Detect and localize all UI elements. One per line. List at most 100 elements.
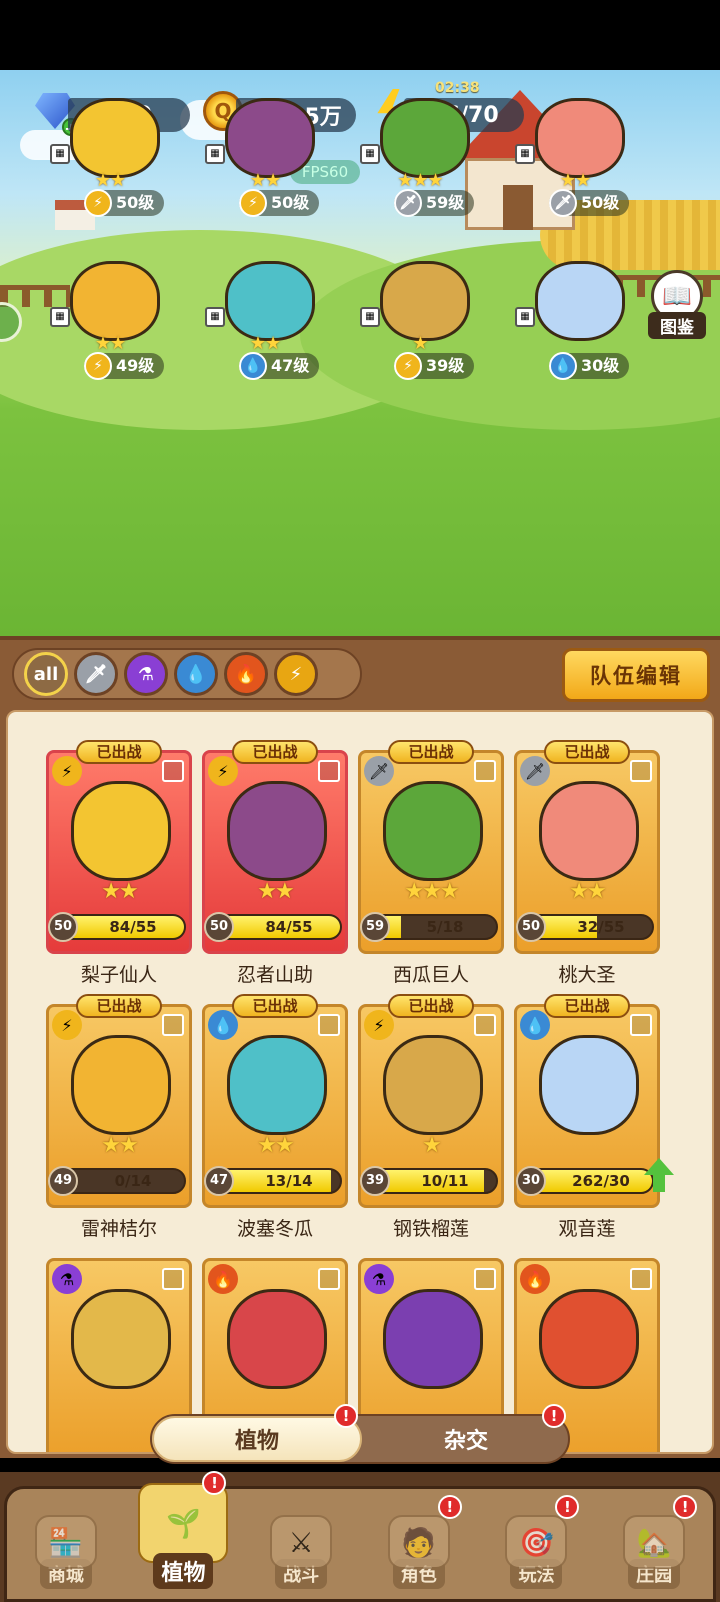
deployed-badge: 已出战 [388,994,474,1018]
alert-icon: ! [437,1495,462,1519]
nav-tab[interactable]: ⚔ 战斗 [246,1489,356,1589]
tab-hybrid[interactable]: 杂交 [362,1416,570,1462]
lineup-hero[interactable]: ▦ 💧 30级 [515,255,635,380]
hero-level-text: 50级 [116,193,155,212]
plant-portrait [535,261,625,341]
team-edit-button[interactable]: 队伍编辑 [562,648,710,702]
formation-icon [162,1268,184,1290]
plant-portrait [383,781,483,881]
plant-name: 观音莲 [558,1218,616,1240]
star-rating: ★ [422,1133,442,1158]
nav-tab[interactable]: 🧑 角色! [364,1489,474,1589]
filter-element-button[interactable]: 💧 [174,652,218,696]
element-icon: ⚡ [52,1010,82,1040]
formation-icon [630,1014,652,1036]
plant-name: 钢铁榴莲 [392,1218,469,1240]
lineup-hero[interactable]: ▦ ★★ ⚡ 50级 [50,92,170,217]
card-level: 49 [48,1166,78,1196]
nav-icon: 🏪 [34,1515,97,1569]
lineup-hero[interactable]: ▦ ★★ ⚡ 49级 [50,255,170,380]
nav-icon: 🏡 [623,1515,686,1569]
plant-portrait [380,261,470,341]
filter-element-button[interactable]: 🗡 [74,652,118,696]
star-rating: ★★ [249,170,281,191]
hero-level: ⚡ 50级 [84,189,165,217]
plant-name: 梨子仙人 [80,964,157,986]
formation-icon: ▦ [50,307,70,327]
hero-level-text: 50级 [581,193,620,212]
plant-card[interactable]: 💧 已出战 262/30 30 观音莲 [514,994,674,1240]
hero-level-text: 47级 [271,356,310,375]
deployed-badge: 已出战 [76,994,162,1018]
plant-portrait [383,1035,483,1135]
plant-portrait [383,1289,483,1389]
guide-label: 图鉴 [648,312,706,339]
plant-card[interactable]: ★★ 🗡 已出战 32/55 50 桃大圣 [514,740,660,986]
lineup-scene: + 340 Q+ 33.05万 + 66/70 02:38 FPS60 📖 图鉴… [0,70,720,636]
formation-icon: ▦ [515,307,535,327]
shard-progress-text: 84/55 [109,918,157,936]
card-level: 30 [516,1166,546,1196]
lineup-hero[interactable]: ▦ ★★★ 🗡 59级 [360,92,480,217]
nav-tab[interactable]: 🏡 庄园! [599,1489,709,1589]
hero-level: 🗡 59级 [394,189,475,217]
guide-button[interactable]: 📖 图鉴 [648,270,706,339]
element-icon: ⚡ [84,189,112,217]
plant-card[interactable]: ★★ ⚡ 已出战 84/55 50 忍者山助 [202,740,348,986]
element-icon: ⚡ [84,352,112,380]
bottom-nav: 🏪 商城 🌱 植物! ⚔ 战斗 🧑 角色! 🎯 玩法! 🏡 庄园! [4,1471,716,1602]
filter-element-button[interactable]: ⚡ [274,652,318,696]
element-icon: ⚡ [52,756,82,786]
alert-icon: ! [542,1404,566,1428]
filter-element-button[interactable]: ⚗ [124,652,168,696]
filter-element-button[interactable]: 🔥 [224,652,268,696]
star-rating: ★★ [249,333,281,354]
filter-toolbar: all 🗡 ⚗ 💧 🔥 ⚡ 队伍编辑 [0,636,720,706]
plant-portrait [535,98,625,178]
hero-level-text: 30级 [581,356,620,375]
plant-card[interactable]: ★★ ⚡ 已出战 84/55 50 梨子仙人 [46,740,192,986]
formation-icon [318,1014,340,1036]
tab-plants[interactable]: 植物 [152,1416,362,1462]
hero-level-text: 49级 [116,356,155,375]
nav-tab[interactable]: 🌱 植物! [128,1465,238,1589]
lineup-hero[interactable]: ▦ ★★ 🗡 50级 [515,92,635,217]
element-icon: 💧 [208,1010,238,1040]
element-icon: 🗡 [364,756,394,786]
plant-card[interactable]: ★ ⚡ 已出战 10/11 39 钢铁榴莲 [358,994,504,1240]
plant-name: 雷神桔尔 [80,1218,157,1240]
lineup-hero[interactable]: ▦ ★ ⚡ 39级 [360,255,480,380]
formation-icon [474,760,496,782]
plant-card[interactable]: ★★ 💧 已出战 13/14 47 波塞冬瓜 [202,994,348,1240]
plant-card[interactable]: ★★ ⚡ 已出战 0/14 49 雷神桔尔 [46,994,192,1240]
plant-card[interactable]: ★★★ 🗡 已出战 5/18 59 西瓜巨人 [358,740,504,986]
shard-progress-text: 13/14 [265,1172,313,1190]
star-rating: ★★ [569,879,606,904]
nav-icon: 🎯 [505,1515,568,1569]
formation-icon [318,1268,340,1290]
nav-tab[interactable]: 🏪 商城 [11,1489,121,1589]
lineup-hero[interactable]: ▦ ★★ ⚡ 50级 [205,92,325,217]
card-level: 47 [204,1166,234,1196]
hero-level: ⚡ 50级 [239,189,320,217]
plant-portrait [71,1289,171,1389]
star-rating: ★★ [101,879,138,904]
shard-progress-text: 262/30 [572,1172,630,1190]
shard-progress-text: 0/14 [114,1172,152,1190]
formation-icon: ▦ [205,144,225,164]
nav-icon: 🧑 [387,1515,450,1569]
star-rating: ★★ [257,879,294,904]
element-icon: ⚡ [364,1010,394,1040]
element-icon: 🗡 [520,756,550,786]
element-icon: ⚗ [52,1264,82,1294]
filter-all-button[interactable]: all [24,652,68,696]
deployed-badge: 已出战 [232,740,318,764]
plant-portrait [539,781,639,881]
bottom-nav-bg: 🏪 商城 🌱 植物! ⚔ 战斗 🧑 角色! 🎯 玩法! 🏡 庄园! [0,1471,720,1602]
lineup-hero[interactable]: ▦ ★★ 💧 47级 [205,255,325,380]
formation-icon [318,760,340,782]
nav-tab[interactable]: 🎯 玩法! [481,1489,591,1589]
category-switch[interactable]: 植物 杂交 ! ! [150,1404,570,1464]
hero-level: 🗡 50级 [549,189,630,217]
element-icon: 💧 [549,352,577,380]
